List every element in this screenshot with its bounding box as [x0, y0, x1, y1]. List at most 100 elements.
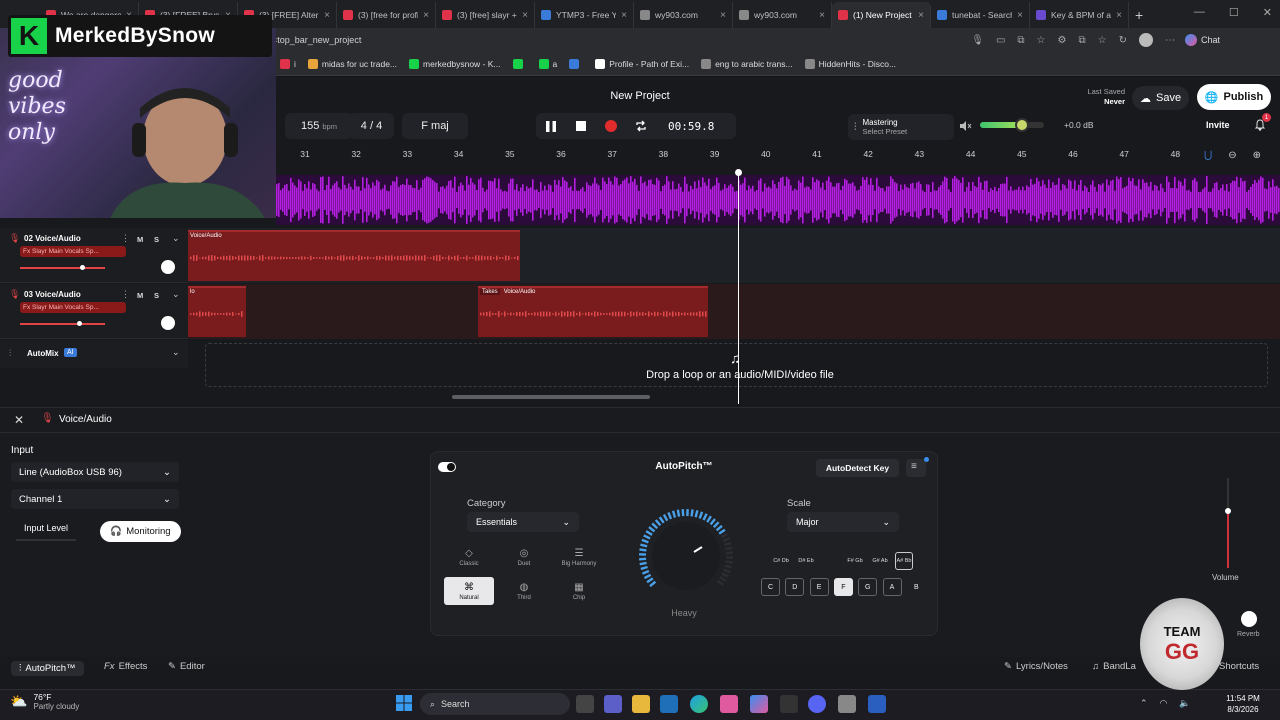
- copilot-taskbar-icon[interactable]: [750, 695, 768, 713]
- bookmark[interactable]: merkedbysnow - K...: [409, 58, 501, 69]
- track-03-clip-1[interactable]: lo: [188, 286, 246, 337]
- mic-icon[interactable]: 🎙: [971, 35, 984, 46]
- track-02-clip[interactable]: Voice/Audio: [188, 230, 520, 281]
- tab-shortcuts[interactable]: Shortcuts: [1219, 661, 1259, 672]
- invite-button[interactable]: Invite: [1206, 120, 1230, 130]
- magnet-icon[interactable]: ⋃: [1204, 150, 1212, 161]
- scale-key-b[interactable]: B: [907, 578, 926, 596]
- track-02-header[interactable]: 🎙 02 Voice/Audio ⋮ M S ⌄ Fx Slayr Main V…: [0, 228, 188, 283]
- horizontal-scrollbar[interactable]: [452, 395, 650, 399]
- close-icon[interactable]: ×: [324, 10, 330, 21]
- playhead[interactable]: [738, 172, 739, 404]
- automix-header[interactable]: ⫶ AutoMix AI ⌄: [0, 340, 188, 368]
- close-icon[interactable]: ×: [918, 10, 924, 21]
- loop-button[interactable]: [626, 113, 656, 139]
- settings-icon[interactable]: [838, 695, 856, 713]
- mastering-preset-button[interactable]: ⫶ Mastering Select Preset: [848, 114, 954, 140]
- save-button[interactable]: ☁ Save: [1132, 86, 1190, 110]
- track-02-fx-preset[interactable]: Fx Slayr Main Vocals Sp...: [20, 246, 126, 257]
- track-03-pan-knob[interactable]: [161, 316, 175, 330]
- playhead-handle[interactable]: [735, 169, 742, 176]
- scale-key-c[interactable]: C: [761, 578, 780, 596]
- chevron-down-icon[interactable]: ⌄: [172, 289, 180, 300]
- track-03-lane[interactable]: [188, 284, 1280, 339]
- scale-key-black[interactable]: D# Eb: [797, 552, 815, 570]
- bookmark[interactable]: a: [538, 58, 557, 69]
- bookmark[interactable]: eng to arabic trans...: [701, 58, 793, 69]
- tab-autopitch[interactable]: ⫶ AutoPitch™: [11, 661, 84, 676]
- app-icon[interactable]: [868, 695, 886, 713]
- autopitch-amount-knob[interactable]: [636, 506, 736, 606]
- track-03-header[interactable]: 🎙 03 Voice/Audio ⋮ M S ⌄ Fx Slayr Main V…: [0, 284, 188, 339]
- pause-button[interactable]: [536, 113, 566, 139]
- profile-avatar[interactable]: [1138, 33, 1153, 47]
- network-icon[interactable]: ◠: [1160, 698, 1168, 709]
- mute-button[interactable]: M: [137, 235, 143, 244]
- timeline-ruler[interactable]: 31 32 33 34 35 36 37 38 39 40 41 42 43 44 45 46 47 48: [278, 146, 1198, 164]
- autopitch-style-duet[interactable]: ◎ Duet: [499, 543, 549, 571]
- app-icon[interactable]: [720, 695, 738, 713]
- zoom-in-icon[interactable]: ⊕: [1253, 150, 1261, 161]
- chevron-up-icon[interactable]: ⌃: [1140, 698, 1148, 709]
- file-explorer-icon[interactable]: [632, 695, 650, 713]
- close-icon[interactable]: ✕: [14, 413, 24, 427]
- browser-tab[interactable]: tunebat - Search ×: [931, 2, 1030, 28]
- track-03-fx-preset[interactable]: Fx Slayr Main Vocals Sp...: [20, 302, 126, 313]
- master-volume-slider[interactable]: [980, 118, 1044, 132]
- chevron-down-icon[interactable]: ⌄: [172, 233, 180, 244]
- taskbar-clock[interactable]: 11:54 PM 8/3/2026: [1212, 693, 1274, 715]
- tempo-control[interactable]: 155 bpm: [285, 113, 353, 139]
- chevron-down-icon[interactable]: ⌄: [172, 347, 180, 358]
- reverb-knob[interactable]: [1241, 611, 1257, 627]
- speaker-icon[interactable]: 🔈: [1179, 698, 1190, 709]
- bookmark[interactable]: midas for uc trade...: [307, 58, 397, 69]
- publish-button[interactable]: 🌐 Publish: [1197, 84, 1271, 110]
- track-03-volume-slider[interactable]: [20, 323, 105, 325]
- history-icon[interactable]: ↻: [1119, 35, 1127, 46]
- reader-icon[interactable]: ▭: [996, 35, 1005, 46]
- autopitch-style-natural[interactable]: ⌘ Natural: [444, 577, 494, 605]
- track-02-volume-slider[interactable]: [20, 267, 105, 269]
- taskbar-search[interactable]: ⌕ Search: [420, 693, 570, 715]
- weather-widget[interactable]: ⛅ 76°F Partly cloudy: [10, 692, 79, 711]
- scale-key-f[interactable]: F: [833, 578, 853, 596]
- autopitch-style-classic[interactable]: ◇ Classic: [444, 543, 494, 571]
- scale-key-black[interactable]: A# Bb: [895, 552, 913, 570]
- bookmark[interactable]: i: [280, 58, 296, 69]
- track-03-volume-handle[interactable]: [76, 321, 82, 326]
- close-icon[interactable]: ×: [1017, 10, 1023, 21]
- volume-fader-handle[interactable]: [1225, 508, 1231, 514]
- autodetect-key-button[interactable]: AutoDetect Key: [816, 459, 899, 477]
- bookmark[interactable]: [569, 58, 583, 69]
- url-field[interactable]: =top_bar_new_project: [272, 35, 971, 45]
- store-icon[interactable]: [660, 695, 678, 713]
- maximize-icon[interactable]: ☐: [1229, 6, 1239, 19]
- track-02-pan-knob[interactable]: [161, 260, 175, 274]
- tab-lyrics[interactable]: ✎ Lyrics/Notes: [1004, 661, 1068, 672]
- track-03-clip-2[interactable]: Takes Voice/Audio: [478, 286, 708, 337]
- more-menu-icon[interactable]: ⋯: [1165, 35, 1175, 46]
- category-select[interactable]: Essentials ⌄: [467, 512, 579, 532]
- minimize-icon[interactable]: —: [1194, 6, 1205, 19]
- key-control[interactable]: F maj: [402, 113, 468, 139]
- scale-key-black[interactable]: C# Db: [772, 552, 790, 570]
- bookmark[interactable]: Profile - Path of Exi...: [595, 58, 689, 69]
- scale-key-g[interactable]: G: [858, 578, 878, 596]
- close-icon[interactable]: ×: [522, 10, 528, 21]
- close-icon[interactable]: ×: [423, 10, 429, 21]
- close-icon[interactable]: ×: [720, 10, 726, 21]
- channel-select[interactable]: Channel 1 ⌄: [11, 489, 179, 509]
- browser-tab[interactable]: wy903.com ×: [733, 2, 832, 28]
- tab-effects[interactable]: Fx Effects: [104, 661, 147, 672]
- split-screen-icon[interactable]: ⧉: [1078, 35, 1085, 46]
- autopitch-style-big-harmony[interactable]: ☰ Big Harmony: [554, 543, 604, 571]
- browser-tab[interactable]: wy903.com ×: [634, 2, 733, 28]
- share-icon[interactable]: ⧉: [1017, 35, 1024, 46]
- mute-button[interactable]: M: [137, 291, 143, 300]
- monitoring-button[interactable]: 🎧 Monitoring: [100, 521, 181, 542]
- scale-key-e[interactable]: E: [809, 578, 829, 596]
- extensions-icon[interactable]: ⚙: [1058, 35, 1067, 46]
- browser-tab[interactable]: (3) [free] slayr + d ×: [436, 2, 535, 28]
- close-icon[interactable]: ×: [621, 10, 627, 21]
- tab-bandlab[interactable]: ♫ BandLa: [1092, 661, 1136, 672]
